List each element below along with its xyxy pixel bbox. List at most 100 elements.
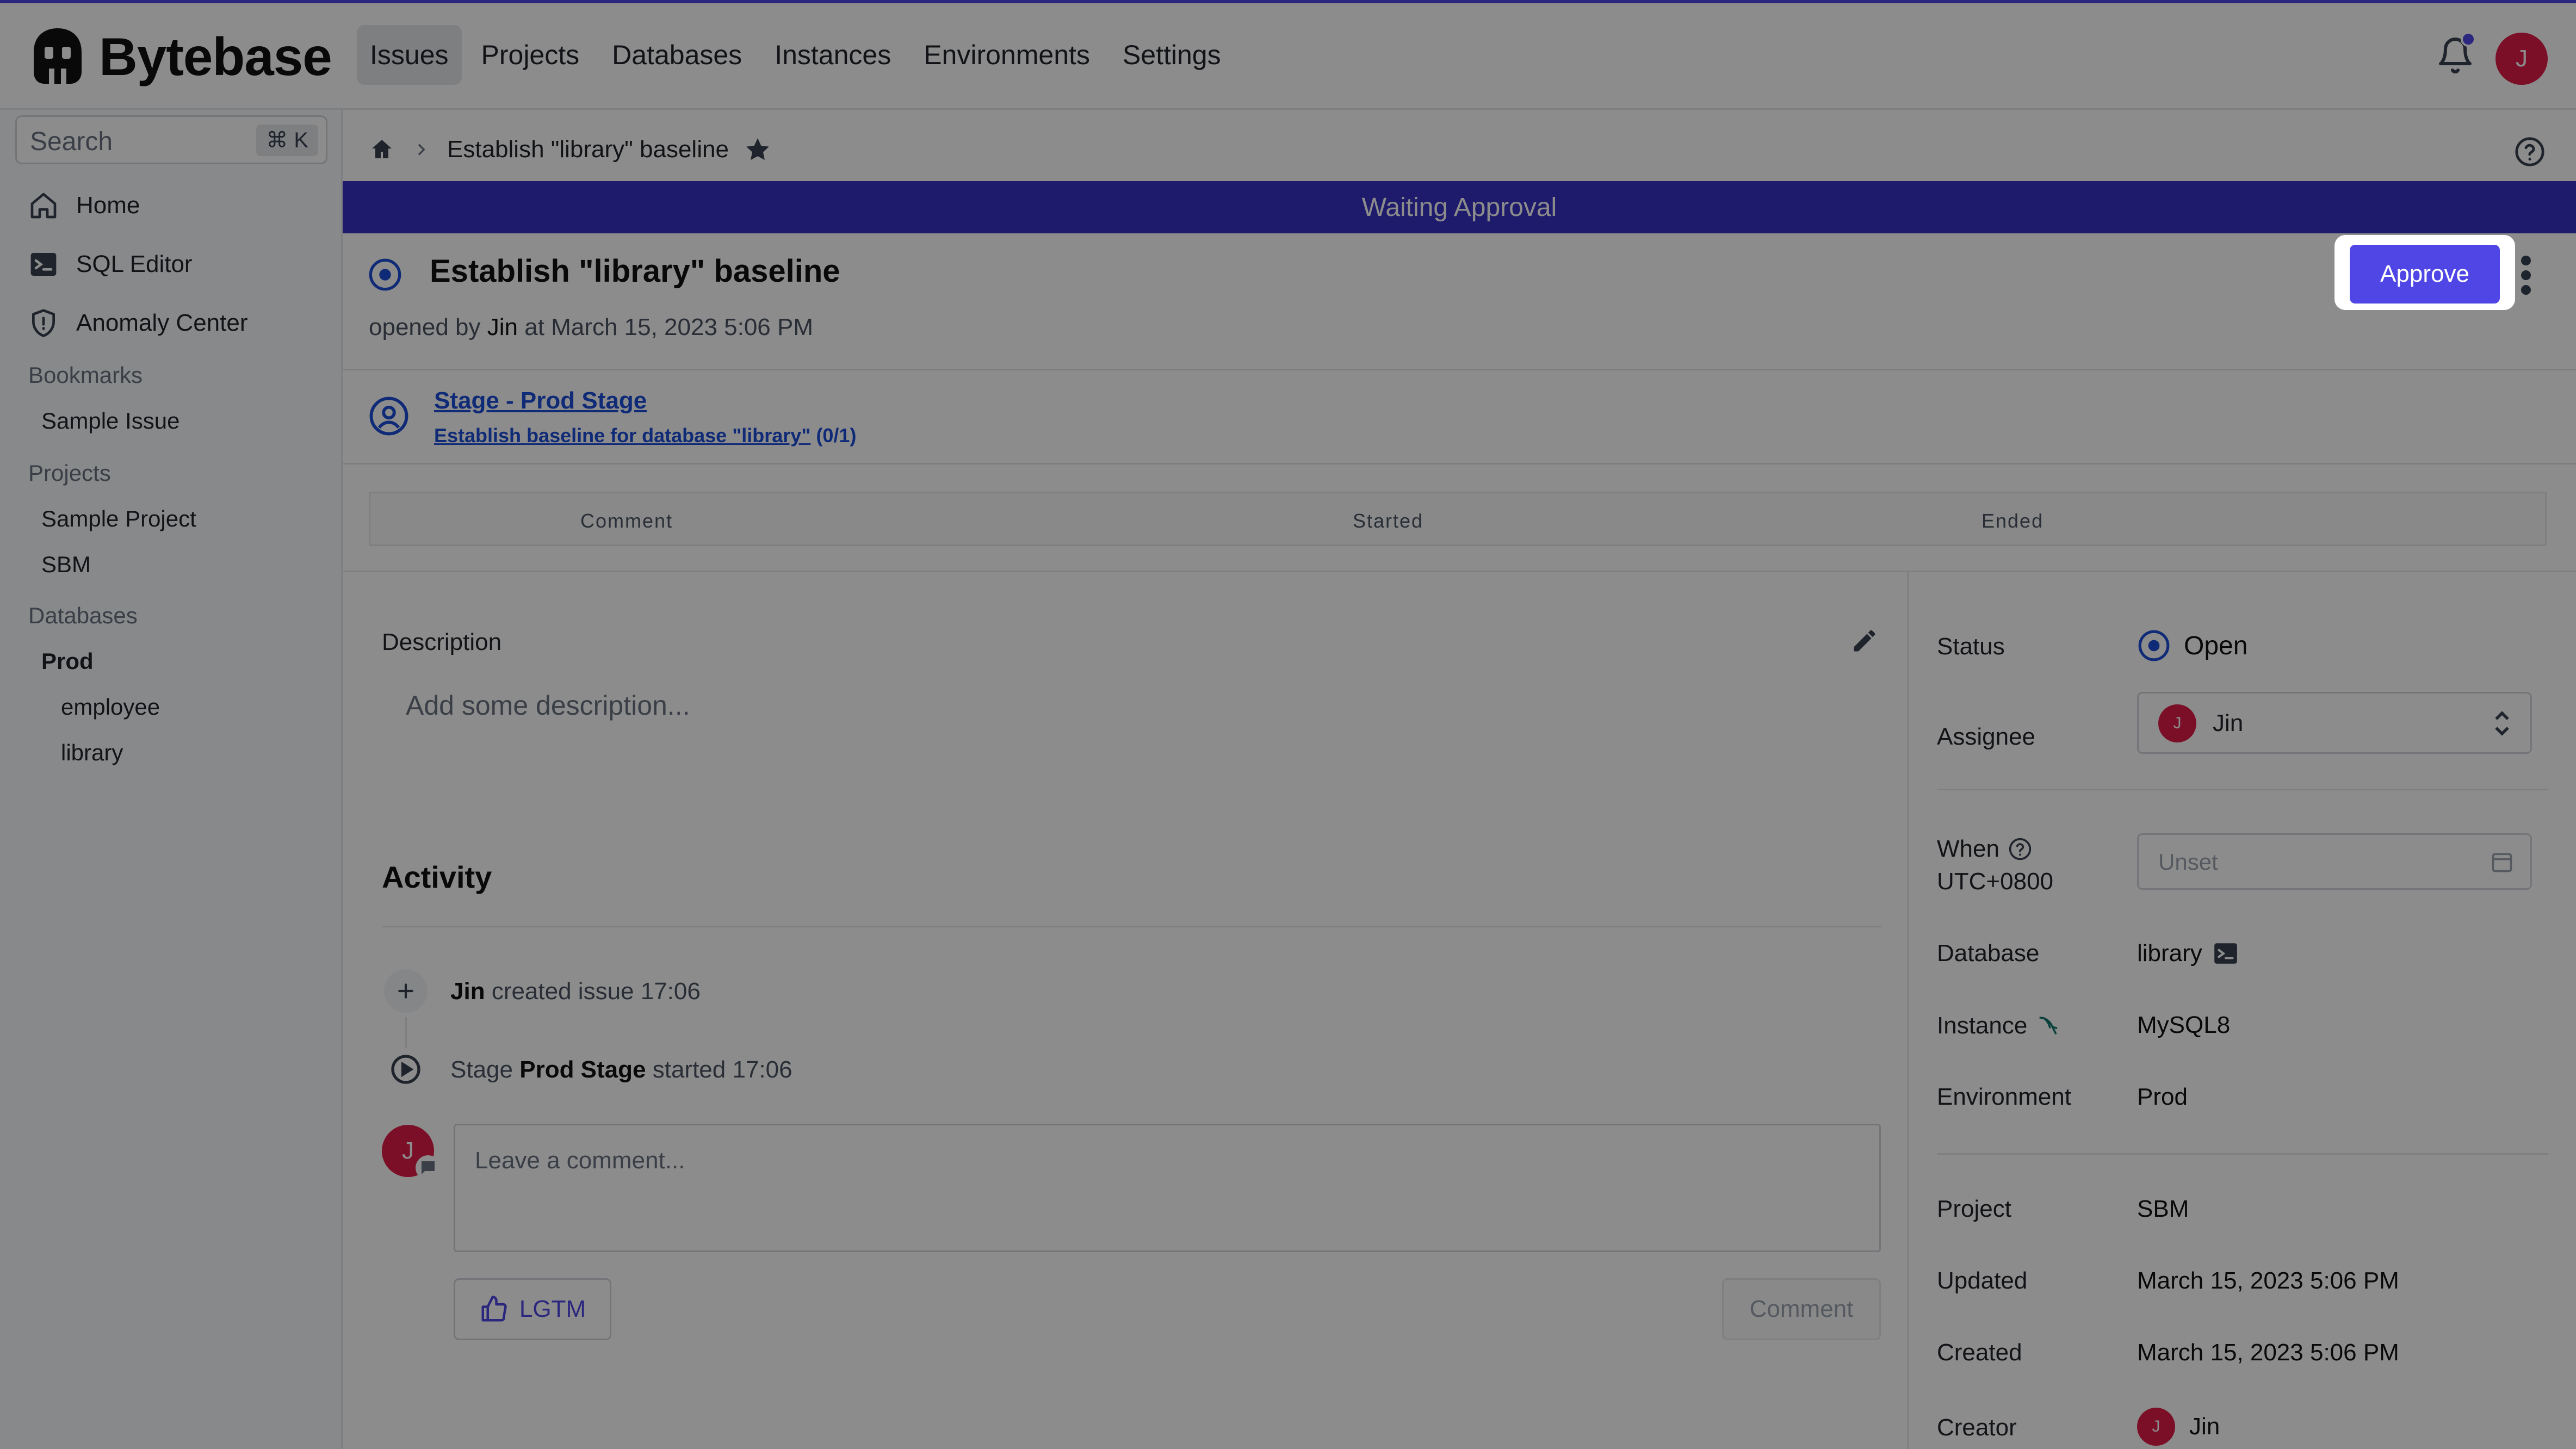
activity-title: Activity [382,860,492,894]
project-item[interactable]: Sample Project [41,506,196,532]
description-label: Description [382,629,502,655]
task-link[interactable]: Establish baseline for database "library… [434,424,810,447]
comment-placeholder: Leave a comment... [475,1147,685,1174]
instance-value[interactable]: MySQL8 [2137,1012,2230,1039]
database-item[interactable]: employee [61,694,160,720]
nav-instances[interactable]: Instances [761,25,904,85]
nav-issues[interactable]: Issues [357,25,462,85]
home-icon[interactable] [369,137,395,163]
nav-projects[interactable]: Projects [468,25,593,85]
databases-heading: Databases [28,603,138,628]
open-status-icon [2138,630,2170,661]
environment-value[interactable]: Prod [2137,1083,2188,1111]
bytebase-logo-icon [34,28,82,84]
star-icon[interactable] [744,136,771,163]
stage-task: Establish baseline for database "library… [434,424,856,447]
sidebar-item-label: SQL Editor [76,251,193,277]
instance-label: Instance [1937,1012,2028,1039]
more-vertical-icon[interactable] [2519,256,2532,295]
bookmarks-heading: Bookmarks [28,362,143,388]
breadcrumb-current: Establish "library" baseline [447,136,729,163]
nav-databases[interactable]: Databases [599,25,755,85]
status-value: Open [2137,629,2247,662]
column-comment: Comment [580,510,673,532]
opened-by-user[interactable]: Jin [487,314,518,340]
activity-stage-marker [384,1048,428,1091]
lgtm-label: LGTM [519,1296,586,1322]
description-input[interactable]: Add some description... [406,690,690,721]
sidebar-item-anomaly-center[interactable]: Anomaly Center [28,308,247,338]
database-environment[interactable]: Prod [41,648,94,674]
sidebar: Search ⌘ K Home SQL Editor Anomaly Cente… [0,110,343,1449]
main-nav: Issues Projects Databases Instances Envi… [357,25,1241,85]
help-icon[interactable] [2514,136,2546,168]
app-name: Bytebase [99,26,332,86]
chevron-right-icon [418,144,425,156]
shield-icon [32,309,55,337]
assignee-label: Assignee [1937,723,2036,750]
comment-textarea[interactable]: Leave a comment... [454,1124,1881,1252]
bookmark-item[interactable]: Sample Issue [41,408,179,434]
pipeline-stage: Stage - Prod Stage Establish baseline fo… [343,372,2576,465]
avatar: J [2137,1408,2175,1446]
when-label-group: When [1937,835,2032,863]
terminal-icon [30,253,57,276]
database-item[interactable]: library [61,740,123,766]
stage-link[interactable]: Stage - Prod Stage [434,387,647,414]
database-value[interactable]: library [2137,940,2239,967]
issue-main-content: Description Add some description... Acti… [343,572,1907,1449]
updated-label: Updated [1937,1267,2028,1294]
bytebase-logo[interactable]: Bytebase [26,25,332,88]
search-placeholder: Search [30,127,113,156]
issue-opened-info: opened by Jin at March 15, 2023 5:06 PM [369,314,813,341]
creator-name[interactable]: Jin [2189,1413,2220,1440]
environment-label: Environment [1937,1083,2072,1110]
pencil-icon[interactable] [1850,627,1879,655]
search-shortcut: ⌘ K [256,125,318,156]
assignee-select[interactable]: J Jin [2137,692,2532,754]
divider [382,926,1881,927]
column-started: Started [1353,510,1424,532]
activity-item: Jin created issue 17:06 [450,978,701,1005]
when-placeholder: Unset [2158,849,2218,875]
sidebar-item-home[interactable]: Home [28,190,140,221]
activity-create-marker [384,969,428,1013]
open-status-icon [369,258,401,291]
lgtm-button[interactable]: LGTM [454,1278,611,1340]
nav-environments[interactable]: Environments [911,25,1103,85]
user-avatar[interactable]: J [2496,33,2548,85]
when-timezone: UTC+0800 [1937,868,2054,895]
plus-icon [398,983,413,999]
created-value: March 15, 2023 5:06 PM [2137,1339,2399,1366]
thumbs-up-icon [481,1296,507,1322]
help-icon[interactable] [2008,837,2032,861]
task-run-table: Comment Started Ended [343,466,2576,572]
comment-button[interactable]: Comment [1722,1278,1881,1340]
activity-text: created issue 17:06 [491,978,701,1005]
created-label: Created [1937,1339,2022,1366]
divider [1937,1153,2548,1155]
issue-header: Establish "library" baseline opened by J… [343,233,2576,370]
issue-title[interactable]: Establish "library" baseline [430,253,840,289]
mysql-dolphin-icon [2039,1017,2058,1035]
project-value[interactable]: SBM [2137,1196,2189,1223]
terminal-icon[interactable] [2212,940,2239,967]
activity-actor[interactable]: Jin [450,978,485,1005]
database-name[interactable]: library [2137,940,2202,967]
creator-label: Creator [1937,1414,2017,1441]
when-datepicker[interactable]: Unset [2137,833,2532,890]
comment-bubble-badge [416,1155,441,1180]
issue-details-panel: Status Open Assignee J Jin When UTC+0800… [1907,572,2576,1449]
breadcrumb: Establish "library" baseline [369,136,771,163]
updated-value: March 15, 2023 5:06 PM [2137,1267,2399,1294]
search-input[interactable]: Search ⌘ K [15,115,327,164]
project-item[interactable]: SBM [41,552,91,578]
creator-value: J Jin [2137,1408,2220,1446]
nav-settings[interactable]: Settings [1110,25,1234,85]
approve-button[interactable]: Approve [2350,245,2500,304]
notification-dot [2461,32,2476,47]
sidebar-item-sql-editor[interactable]: SQL Editor [28,249,193,280]
avatar: J [2158,704,2196,742]
assignee-value: Jin [2213,710,2244,736]
chevron-up-down-icon [2495,711,2509,736]
